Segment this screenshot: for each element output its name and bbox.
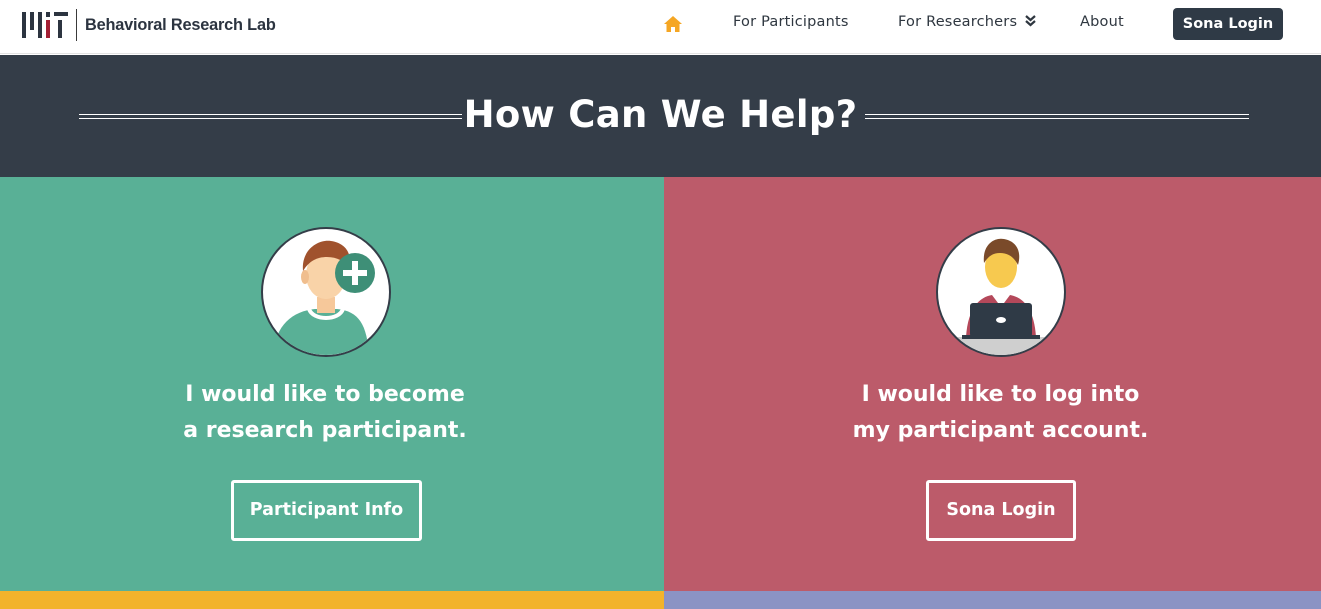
bottom-strip-yellow [0,591,664,609]
home-icon [664,16,682,32]
double-chevron-down-icon [1025,15,1036,27]
hero-rule-right [865,114,1249,119]
login-account-panel: I would like to log into my participant … [664,177,1321,591]
sona-login-button[interactable]: Sona Login [1173,8,1283,40]
login-account-text: I would like to log into my participant … [672,377,1321,449]
brand-name: Behavioral Research Lab [85,15,276,34]
panel-text-line: a research participant. [183,418,467,443]
nav-home-link[interactable] [662,13,684,35]
mit-logo [22,12,68,38]
nav-for-researchers-label: For Researchers [898,14,1018,30]
avatar-circle [936,227,1066,357]
brand-divider [76,9,77,41]
hero-band: How Can We Help? [0,55,1321,177]
panel-text-line: I would like to log into [861,382,1140,407]
bottom-strip-purple [664,591,1321,609]
avatar-circle [261,227,391,357]
become-participant-panel: I would like to become a research partic… [0,177,664,591]
brand-home-link[interactable]: Behavioral Research Lab [22,8,284,42]
top-navbar: Behavioral Research Lab For Participants… [0,0,1321,54]
person-plus-icon [273,240,375,355]
become-participant-text: I would like to become a research partic… [0,377,657,449]
nav-about[interactable]: About [1080,14,1124,30]
person-laptop-icon [938,238,1064,355]
participant-info-button[interactable]: Participant Info [231,480,422,541]
sona-login-panel-button[interactable]: Sona Login [926,480,1076,541]
nav-for-participants[interactable]: For Participants [733,14,849,30]
nav-for-researchers[interactable]: For Researchers [898,14,1036,30]
panel-text-line: I would like to become [185,382,465,407]
panel-text-line: my participant account. [852,418,1149,443]
